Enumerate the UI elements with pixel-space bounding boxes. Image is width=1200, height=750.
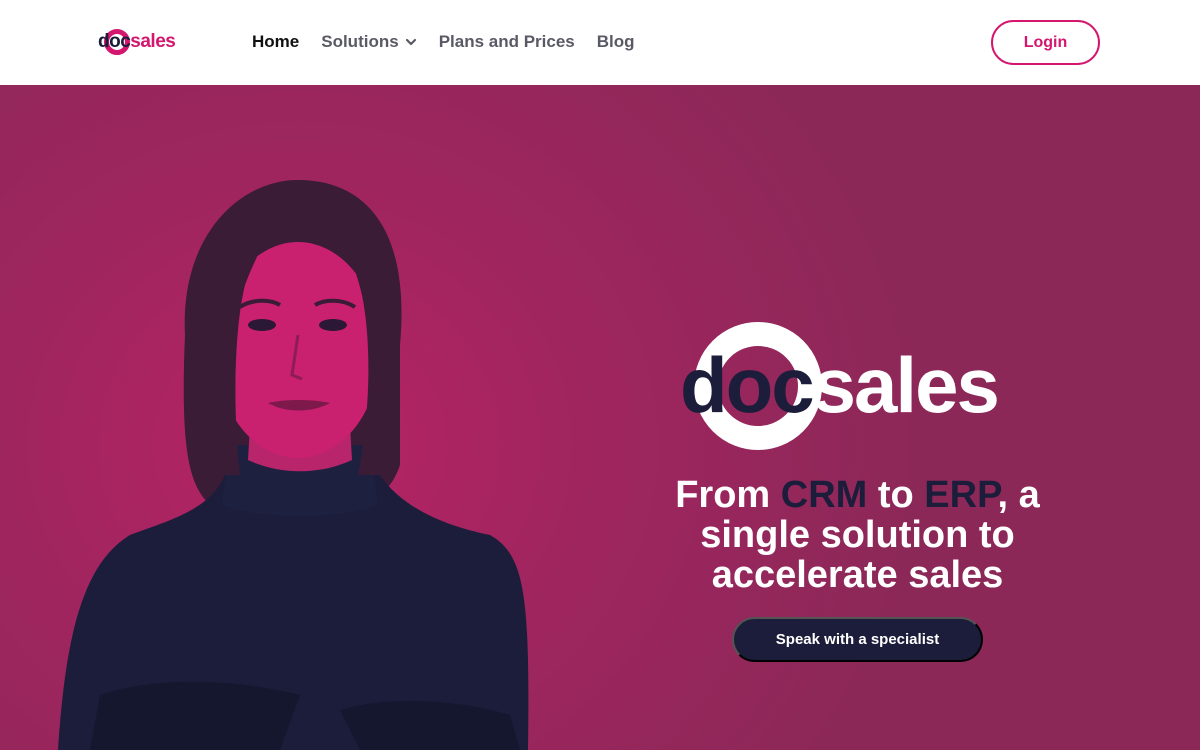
nav-solutions-label: Solutions — [321, 32, 399, 51]
logo-wordmark: docsales — [98, 31, 176, 52]
docsales-hero-logo: docsales — [680, 322, 1040, 452]
hero-section: docsales From CRM to ERP, a single solut… — [0, 85, 1200, 750]
chevron-down-icon — [405, 38, 416, 46]
hero-logo-wordmark: docsales — [680, 341, 1000, 429]
nav-plans-and-prices[interactable]: Plans and Prices — [439, 30, 575, 54]
nav-solutions[interactable]: Solutions — [321, 30, 416, 54]
speak-with-specialist-button[interactable]: Speak with a specialist — [732, 617, 983, 662]
docsales-logo[interactable]: docsales — [98, 26, 176, 58]
hero-headline: From CRM to ERP, a single solution to ac… — [675, 474, 1040, 596]
nav-blog[interactable]: Blog — [597, 30, 635, 54]
hero-portrait-image — [58, 180, 529, 750]
main-nav: Home Solutions Plans and Prices Blog — [252, 30, 657, 54]
login-button[interactable]: Login — [991, 20, 1100, 65]
nav-home[interactable]: Home — [252, 30, 299, 54]
site-header: docsales Home Solutions Plans and Prices… — [0, 0, 1200, 85]
